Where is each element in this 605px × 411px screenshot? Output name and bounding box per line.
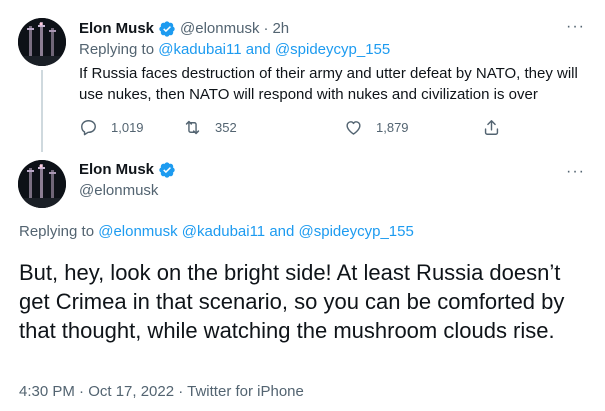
main-tweet: Elon Musk @elonmusk ··· Replying to @elo… (0, 148, 605, 411)
tweet-time[interactable]: 2h (272, 19, 289, 39)
verified-badge-icon (159, 162, 175, 178)
like-count: 1,879 (376, 119, 409, 135)
retweet-button[interactable]: 352 (183, 115, 237, 139)
share-icon (484, 119, 499, 135)
thread-line (41, 70, 43, 152)
author-name[interactable]: Elon Musk (79, 19, 154, 39)
reply-button[interactable]: 1,019 (79, 115, 144, 139)
author-handle[interactable]: @elonmusk (79, 181, 158, 201)
avatar-image (18, 160, 66, 208)
tweet-text: But, hey, look on the bright side! At le… (19, 260, 565, 343)
replying-to-link[interactable]: @kadubai11 and @spideycyp_155 (158, 41, 390, 58)
like-button[interactable]: 1,879 (344, 115, 409, 139)
avatar[interactable] (18, 18, 66, 66)
avatar[interactable] (18, 160, 66, 208)
author-handle[interactable]: @elonmusk (180, 19, 259, 39)
tweet-header: Elon Musk @elonmusk · 2h (79, 19, 289, 39)
replying-to: Replying to @kadubai11 and @spideycyp_15… (79, 40, 390, 60)
tweet-timestamp[interactable]: 4:30 PM · Oct 17, 2022 · Twitter for iPh… (19, 382, 304, 402)
more-icon[interactable]: ··· (566, 19, 585, 35)
reply-tweet[interactable]: Elon Musk @elonmusk · 2h ··· Replying to… (0, 0, 605, 152)
avatar-image (18, 18, 66, 66)
author-name[interactable]: Elon Musk (79, 160, 154, 180)
tweet-actions: 1,019 352 1,879 (79, 115, 509, 139)
replying-to: Replying to @elonmusk @kadubai11 and @sp… (19, 222, 414, 242)
tweet-text: If Russia faces destruction of their arm… (79, 65, 578, 103)
replying-to-link[interactable]: @elonmusk @kadubai11 and @spideycyp_155 (98, 223, 414, 240)
retweet-icon (185, 120, 200, 134)
replying-prefix: Replying to (19, 223, 95, 240)
replying-prefix: Replying to (79, 41, 155, 58)
separator: · (263, 20, 269, 37)
retweet-count: 352 (215, 119, 237, 135)
reply-icon (81, 119, 96, 135)
reply-count: 1,019 (111, 119, 144, 135)
verified-badge-icon (159, 21, 175, 37)
share-button[interactable] (482, 115, 501, 139)
like-icon (346, 120, 361, 135)
author-name-row[interactable]: Elon Musk (79, 160, 176, 180)
more-icon[interactable]: ··· (566, 164, 585, 180)
